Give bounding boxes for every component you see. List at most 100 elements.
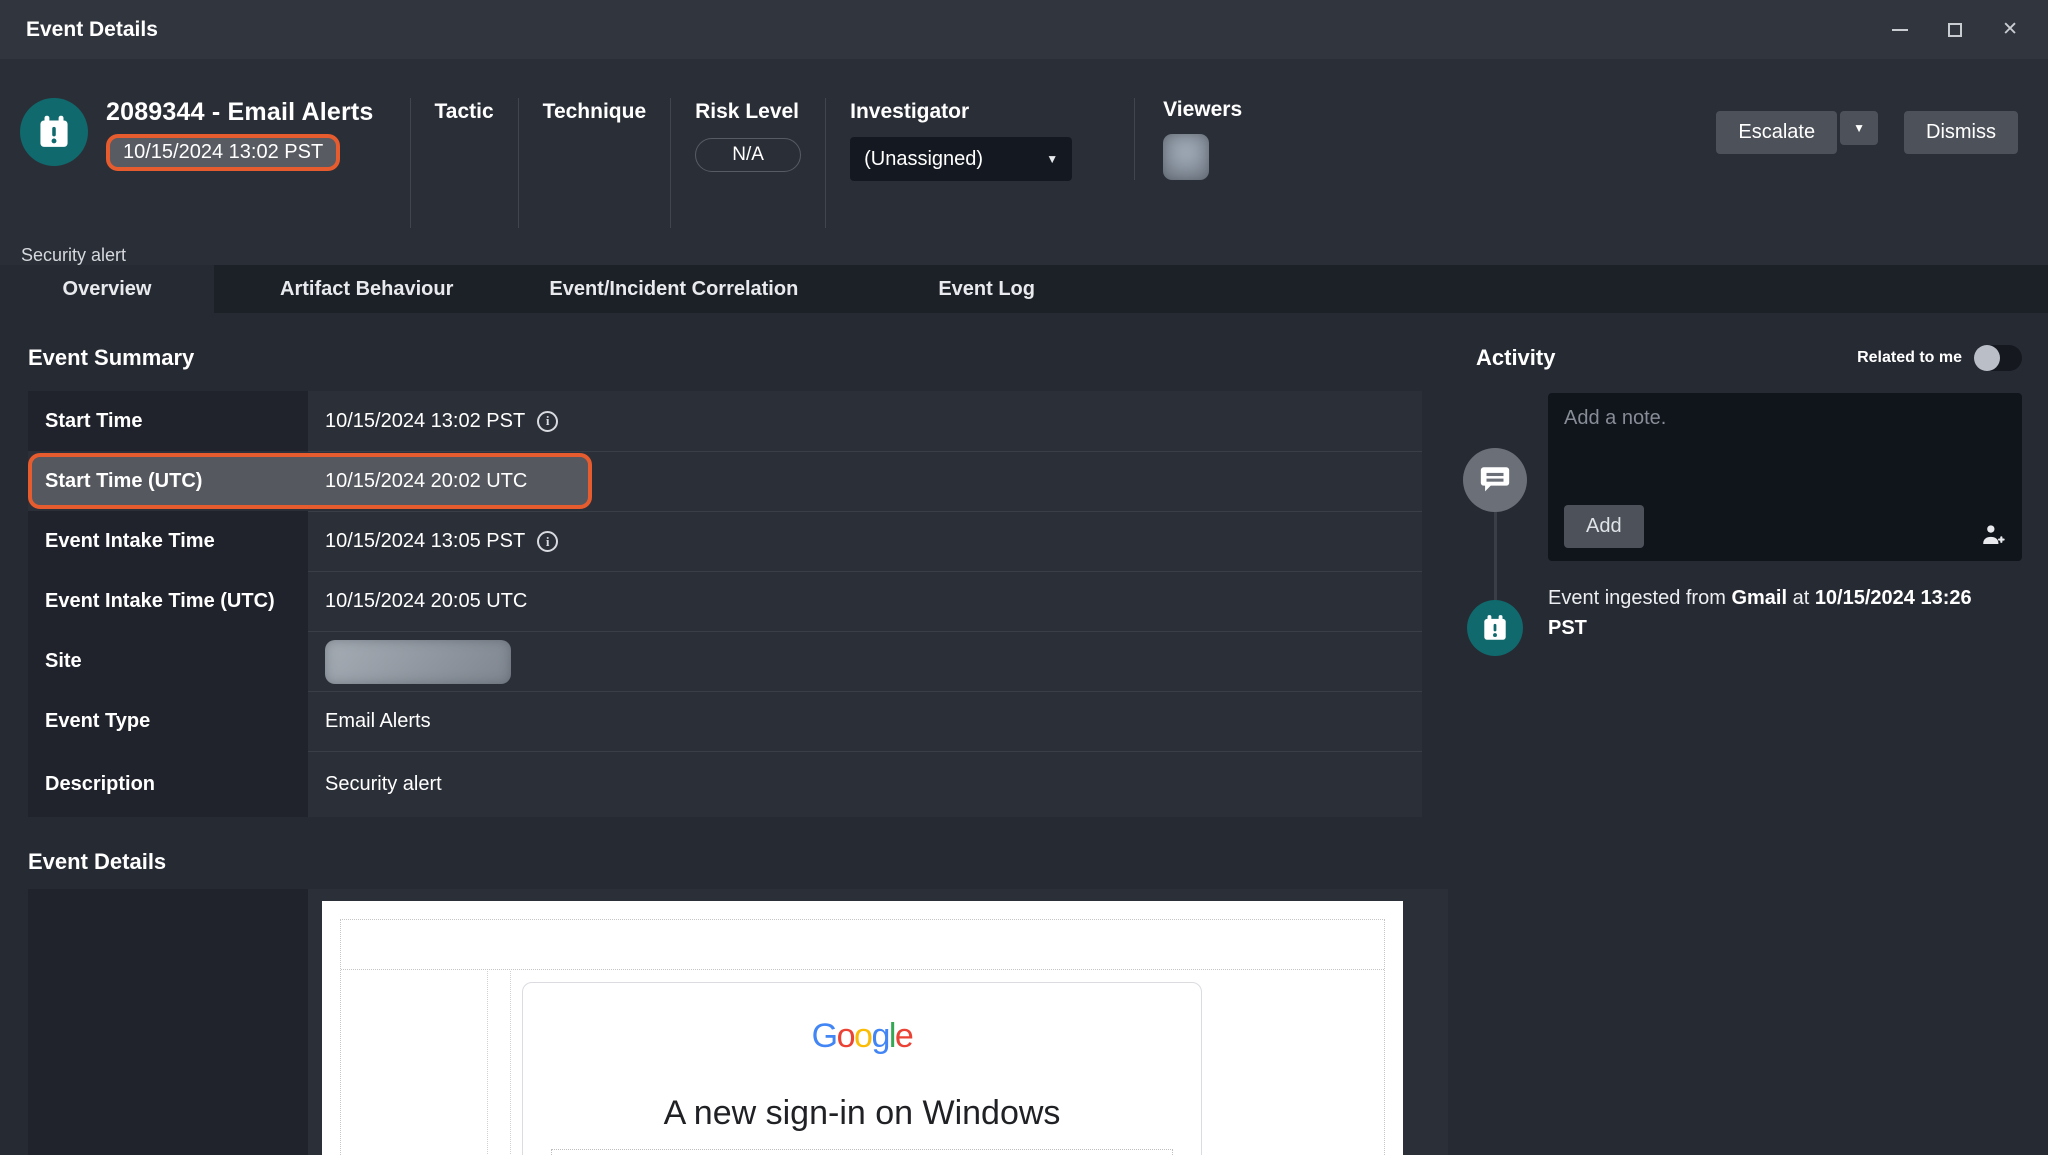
window-titlebar: Event Details ✕	[0, 0, 2048, 59]
ingest-calendar-icon	[1467, 600, 1523, 656]
table-row: Description Security alert	[28, 751, 1422, 817]
viewers-label: Viewers	[1163, 98, 1242, 122]
escalate-button[interactable]: Escalate	[1716, 111, 1837, 154]
logo-letter: G	[812, 1017, 837, 1055]
row-value: Email Alerts	[308, 691, 1422, 751]
row-value	[308, 631, 1422, 691]
speech-bubble-glyph	[1478, 463, 1512, 497]
google-email-card: Google A new sign-in on Windows hishing@…	[522, 982, 1202, 1155]
timeline-connector	[1494, 512, 1497, 600]
message-body-cell: Google A new sign-in on Windows hishing@…	[308, 889, 1448, 1155]
row-value: 10/15/2024 20:05 UTC	[308, 571, 1422, 631]
email-preview: Google A new sign-in on Windows hishing@…	[322, 901, 1403, 1155]
window-title: Event Details	[26, 18, 158, 42]
message-body-label: Message body	[28, 889, 308, 1155]
row-value: 10/15/2024 13:02 PST i	[308, 391, 1422, 451]
tab-artifact-behaviour[interactable]: Artifact Behaviour	[236, 265, 497, 313]
toggle-knob	[1974, 345, 2000, 371]
google-logo: Google	[549, 1017, 1175, 1056]
email-outer-frame: Google A new sign-in on Windows hishing@…	[340, 919, 1385, 1155]
row-value-text: Security alert	[325, 773, 442, 796]
email-column-spacer	[487, 971, 511, 1155]
event-calendar-icon	[20, 98, 88, 166]
event-title: 2089344 - Email Alerts	[106, 98, 374, 127]
row-value: 10/15/2024 13:05 PST i	[308, 511, 1422, 571]
tab-event-log[interactable]: Event Log	[894, 265, 1079, 313]
tactic-label: Tactic	[435, 100, 494, 124]
table-row: Event Intake Time (UTC) 10/15/2024 20:05…	[28, 571, 1422, 631]
row-value-text: 10/15/2024 13:02 PST	[325, 410, 525, 433]
calendar-alert-glyph	[35, 113, 73, 151]
info-icon[interactable]: i	[537, 411, 558, 432]
logo-letter: o	[837, 1017, 854, 1055]
risk-level-value: N/A	[695, 138, 801, 172]
row-label: Event Type	[28, 691, 308, 751]
header-actions: Escalate ▼ Dismiss	[1716, 111, 2018, 154]
row-value-text: 10/15/2024 13:05 PST	[325, 530, 525, 553]
risk-level-column: Risk Level N/A	[670, 98, 825, 228]
comment-icon	[1463, 448, 1527, 512]
event-timestamp-highlight: 10/15/2024 13:02 PST	[106, 134, 340, 171]
row-label: Site	[28, 631, 308, 691]
investigator-select[interactable]: (Unassigned) ▼	[850, 137, 1072, 181]
escalate-dropdown-button[interactable]: ▼	[1840, 111, 1878, 145]
row-label: Event Intake Time (UTC)	[28, 571, 308, 631]
row-label: Start Time	[28, 391, 308, 451]
ingest-source: Gmail	[1731, 587, 1787, 609]
table-row: Start Time 10/15/2024 13:02 PST i	[28, 391, 1422, 451]
tab-event-incident-correlation[interactable]: Event/Incident Correlation	[505, 265, 842, 313]
row-value: Security alert	[308, 751, 1422, 817]
row-value-text: 10/15/2024 20:05 UTC	[325, 590, 527, 613]
event-description: Security alert	[21, 245, 126, 266]
chevron-down-icon: ▼	[1853, 121, 1865, 135]
tactic-column: Tactic	[410, 98, 518, 228]
row-label: Start Time (UTC)	[28, 451, 308, 511]
event-summary-table: Start Time 10/15/2024 13:02 PST i Start …	[28, 391, 1422, 817]
event-header: 2089344 - Email Alerts 10/15/2024 13:02 …	[0, 59, 2048, 265]
activity-heading: Activity	[1476, 345, 1555, 371]
note-input[interactable]	[1564, 407, 2006, 497]
investigator-value: (Unassigned)	[864, 148, 983, 171]
risk-level-label: Risk Level	[695, 100, 801, 124]
activity-panel: Activity Related to me Add	[1448, 313, 2048, 1155]
table-row: Event Intake Time 10/15/2024 13:05 PST i	[28, 511, 1422, 571]
email-headline: A new sign-in on Windows	[549, 1094, 1175, 1133]
row-value: 10/15/2024 20:02 UTC	[308, 451, 1422, 511]
related-to-me-toggle[interactable]	[1974, 345, 2022, 371]
tab-bar: Overview Artifact Behaviour Event/Incide…	[0, 265, 2048, 313]
table-row-site: Site	[28, 631, 1422, 691]
dismiss-button[interactable]: Dismiss	[1904, 111, 2018, 154]
logo-letter: o	[854, 1017, 871, 1055]
row-value-text: Email Alerts	[325, 710, 431, 733]
event-summary-heading: Event Summary	[28, 345, 1448, 371]
viewer-avatar	[1163, 134, 1209, 180]
add-note-button[interactable]: Add	[1564, 505, 1644, 548]
note-composer[interactable]: Add	[1548, 393, 2022, 561]
close-icon[interactable]: ✕	[2002, 19, 2018, 41]
investigator-label: Investigator	[850, 100, 1072, 124]
investigator-column: Investigator (Unassigned) ▼	[825, 98, 1096, 228]
logo-letter: g	[871, 1017, 888, 1055]
window-controls: ✕	[1892, 19, 2018, 41]
chevron-down-icon: ▼	[1046, 152, 1058, 166]
logo-letter: e	[895, 1017, 912, 1055]
calendar-alert-glyph	[1480, 613, 1510, 643]
redacted-site-value	[325, 640, 511, 684]
minimize-icon[interactable]	[1892, 19, 1908, 41]
ingest-activity-entry: Event ingested from Gmail at 10/15/2024 …	[1548, 583, 2000, 643]
technique-column: Technique	[518, 98, 670, 228]
ingest-prefix: Event ingested from	[1548, 587, 1731, 609]
technique-label: Technique	[543, 100, 646, 124]
ingest-connector: at	[1787, 587, 1815, 609]
related-to-me-label: Related to me	[1857, 349, 1962, 367]
event-details-heading: Event Details	[28, 849, 1448, 875]
tab-overview[interactable]: Overview	[0, 265, 214, 313]
row-label: Description	[28, 751, 308, 817]
info-icon[interactable]: i	[537, 531, 558, 552]
event-details-table: Message body Google A new sign-in on Win…	[28, 889, 1448, 1155]
row-label: Event Intake Time	[28, 511, 308, 571]
table-row-highlighted: Start Time (UTC) 10/15/2024 20:02 UTC	[28, 451, 1422, 511]
overview-main: Event Summary Start Time 10/15/2024 13:0…	[0, 313, 1448, 1155]
add-person-icon[interactable]	[1980, 522, 2006, 548]
maximize-icon[interactable]	[1948, 19, 1962, 41]
